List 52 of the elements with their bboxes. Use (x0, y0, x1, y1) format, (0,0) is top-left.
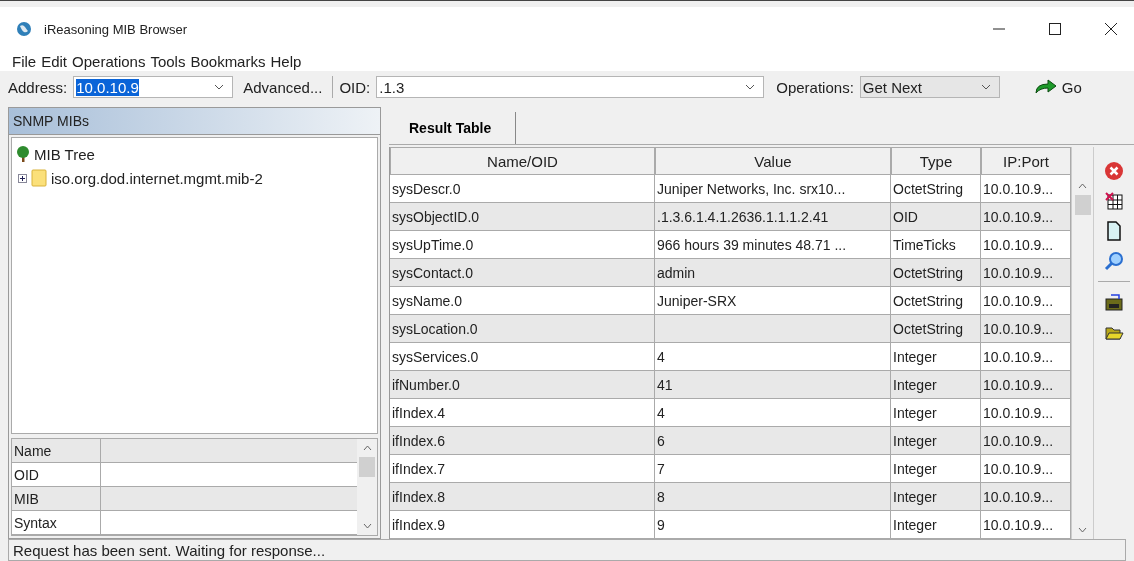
scroll-up-icon[interactable] (1078, 183, 1087, 189)
column-header[interactable]: Value (655, 147, 891, 175)
globe-icon (16, 21, 32, 37)
menu-item[interactable]: File (12, 52, 37, 70)
save-icon[interactable] (1104, 292, 1124, 312)
scrollbar[interactable] (1071, 147, 1093, 539)
scroll-thumb[interactable] (1074, 195, 1091, 215)
property-name: MIB (12, 487, 101, 510)
table-cell: ifIndex.9 (390, 511, 655, 539)
menu-item[interactable]: Operations (72, 52, 146, 70)
address-label: Address: (8, 78, 68, 96)
go-button[interactable]: Go (1029, 78, 1086, 96)
panel-header: SNMP MIBs (9, 108, 380, 135)
chevron-icon (745, 84, 756, 90)
scroll-down-icon[interactable] (1078, 527, 1087, 533)
address-field[interactable]: 10.0.10.9 (73, 76, 234, 98)
expand-toggle-icon[interactable] (18, 173, 27, 183)
table-cell: Integer (891, 511, 981, 539)
chevron-icon (980, 84, 991, 90)
arrow-icon (1033, 79, 1058, 95)
menu-item[interactable]: Help (270, 52, 302, 70)
close-icon[interactable] (1104, 22, 1118, 36)
maximize-icon[interactable] (1048, 22, 1062, 36)
menu-item[interactable]: Edit (41, 52, 68, 70)
chevron-icon (214, 84, 225, 90)
stop-icon[interactable] (1104, 161, 1124, 181)
scroll-thumb[interactable] (359, 457, 375, 477)
tree-item[interactable]: MIB Tree (34, 145, 95, 163)
menu-item[interactable]: Bookmarks (190, 52, 266, 70)
clear-table-icon[interactable] (1104, 191, 1124, 211)
search-icon[interactable] (1104, 251, 1124, 271)
status-bar: Request has been sent. Waiting for response... (8, 539, 1126, 561)
menu-item[interactable]: Tools (150, 52, 186, 70)
oid-field[interactable]: .1.3 (376, 76, 765, 98)
advanced-button[interactable]: Advanced... (239, 78, 327, 96)
column-header[interactable]: IP:Port (981, 147, 1071, 175)
table-cell: 9 (655, 511, 891, 539)
scroll-up-icon[interactable] (362, 445, 372, 451)
window-title: iReasoning MIB Browser (44, 21, 188, 37)
column-header[interactable]: Name/OID (390, 147, 655, 175)
folder-icon (31, 169, 47, 187)
property-name: Name (12, 439, 101, 462)
column-header[interactable]: Type (891, 147, 981, 175)
oid-label: OID: (339, 78, 371, 96)
scroll-down-icon[interactable] (362, 523, 372, 529)
property-name: Syntax (12, 511, 101, 534)
operations-label: Operations: (776, 78, 854, 96)
property-name: OID (12, 463, 101, 486)
operations-dropdown[interactable]: Get Next (859, 76, 1000, 98)
tree-item[interactable]: iso.org.dod.internet.mgmt.mib-2 (51, 169, 263, 187)
tree-icon (14, 145, 32, 163)
document-icon[interactable] (1104, 221, 1124, 241)
